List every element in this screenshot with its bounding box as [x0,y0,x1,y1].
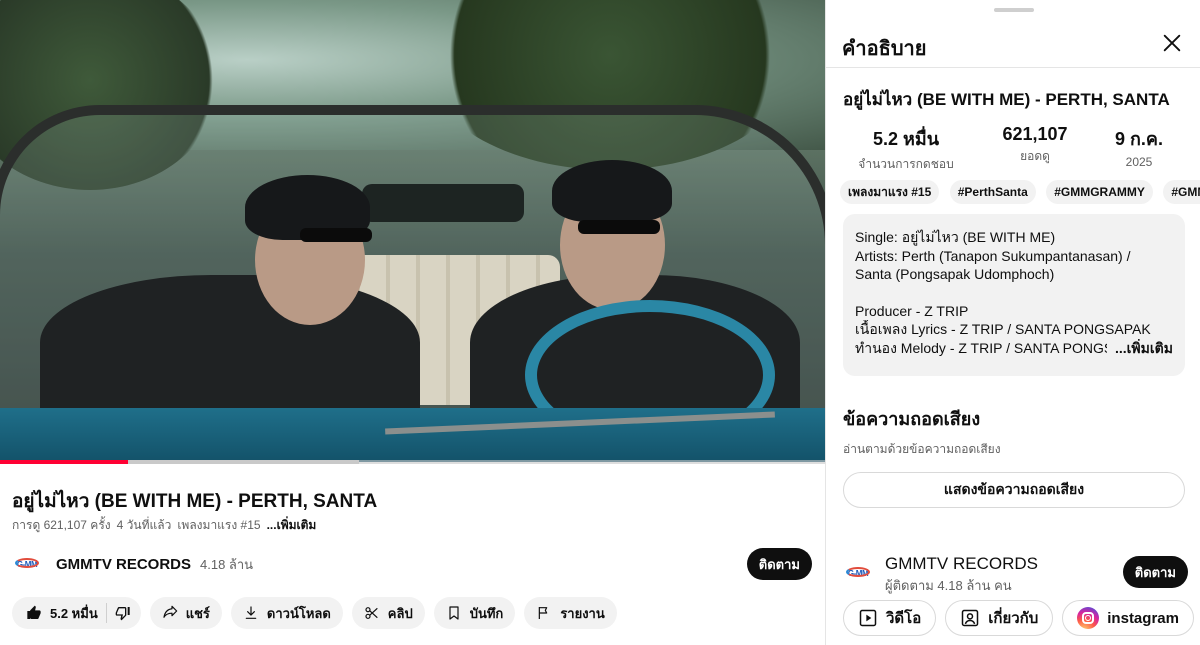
logo-ring [846,567,870,577]
video-frame-hair [552,160,672,222]
stat-label: ยอดดู [1020,149,1050,163]
save-label: บันทึก [469,605,504,621]
download-icon [245,606,257,619]
stats-row: 5.2 หมื่น จำนวนการกดชอบ 621,107 ยอดดู 9 … [826,124,1200,172]
download-button[interactable]: ดาวน์โหลด [230,597,343,629]
about-label: เกี่ยวกับ [988,610,1039,627]
stat-views: 621,107 ยอดดู [990,124,1080,166]
subscribe-button[interactable]: ติดตาม [1122,556,1188,588]
stat-date: 9 ก.ค. 2025 [1104,124,1174,169]
description-line: เนื้อเพลง Lyrics - Z TRIP / SANTA PONGSA… [855,321,1151,338]
instagram-label: instagram [1107,609,1179,627]
chip-hashtag[interactable]: #PerthSanta [949,180,1036,204]
like-count[interactable]: 5.2 หมื่น [50,603,98,624]
channel-row: G-MM GMMTV RECORDS 4.18 ล้าน ติดตาม [12,546,815,582]
panel-video-title: อยู่ไม่ไหว (BE WITH ME) - PERTH, SANTA [843,90,1170,109]
share-label: แชร์ [185,605,210,621]
about-icon [961,609,979,627]
about-button[interactable]: เกี่ยวกับ [945,600,1054,636]
transcript-heading: ข้อความถอดเสียง [843,409,981,429]
report-button[interactable]: รายงาน [524,597,617,629]
download-label: ดาวน์โหลด [266,605,331,621]
instagram-button[interactable]: instagram [1062,600,1194,636]
flag-icon [539,607,548,619]
action-bar: 5.2 หมื่น แชร์ ดาวน์โหลด คลิป บันทึก ราย… [12,597,617,629]
share-button[interactable]: แชร์ [149,597,222,629]
hashtag-chips: เพลงมาแรง #15 #PerthSanta #GMMGRAMMY #GM… [840,180,1200,204]
description-panel: คำอธิบาย อยู่ไม่ไหว (BE WITH ME) - PERTH… [825,0,1200,645]
description-box[interactable]: Single: อยู่ไม่ไหว (BE WITH ME) Artists:… [843,214,1185,376]
drag-handle[interactable] [994,8,1034,12]
trending-rank: เพลงมาแรง #15 [177,518,261,532]
scissors-icon [365,607,378,619]
divider [105,603,107,623]
description-last-line: ทำนอง Melody - Z TRIP / SANTA PONGSAPAK … [855,338,1173,358]
channel-avatar[interactable]: G-MM [12,549,42,579]
video-title: อยู่ไม่ไหว (BE WITH ME) - PERTH, SANTA [12,491,378,512]
show-more-link[interactable]: ...เพิ่มเติม [1106,338,1173,358]
transcript-subtitle: อ่านตามด้วยข้อความถอดเสียง [843,442,1001,456]
progress-played [0,460,128,464]
share-icon [163,605,177,618]
description-line: Single: อยู่ไม่ไหว (BE WITH ME) [855,229,1056,245]
video-icon [859,609,877,627]
chip-hashtag[interactable]: #GMMGRAMMY [1046,180,1153,204]
video-frame-mirror [362,184,524,222]
channel-links: วิดีโอ เกี่ยวกับ instagram [843,600,1194,638]
description-line: Santa (Pongsapak Udomphoch) [855,266,1055,283]
description-line: ทำนอง Melody - Z TRIP / SANTA PONGSAPAK [855,339,1150,356]
clip-button[interactable]: คลิป [351,597,425,629]
more-link[interactable]: ...เพิ่มเติม [267,516,317,535]
video-frame-person [40,275,420,425]
report-label: รายงาน [560,605,605,621]
panel-channel-row: G-MM GMMTV RECORDS ผู้ติดตาม 4.18 ล้าน ค… [843,552,1193,593]
close-icon[interactable] [1161,32,1183,54]
clip-label: คลิป [387,605,413,621]
like-icon[interactable] [26,605,42,621]
description-line: Producer - Z TRIP [855,302,969,319]
stat-likes: 5.2 หมื่น จำนวนการกดชอบ [846,124,966,174]
channel-name[interactable]: GMMTV RECORDS [56,556,191,573]
chip-hashtag[interactable]: #GMMTV [1163,180,1200,204]
chip-trending[interactable]: เพลงมาแรง #15 [840,180,940,204]
stat-value: 9 ก.ค. [1115,129,1163,149]
stat-value: 621,107 [1002,124,1068,144]
dislike-icon[interactable] [115,605,131,621]
videos-label: วิดีโอ [886,610,922,627]
video-player[interactable] [0,0,825,462]
videos-button[interactable]: วิดีโอ [843,600,937,636]
channel-avatar[interactable]: G-MM [843,558,873,588]
video-meta[interactable]: การดู 621,107 ครั้ง 4 วันที่แล้ว เพลงมาแ… [12,516,316,535]
stat-label: 2025 [1125,155,1153,169]
panel-header: คำอธิบาย [826,22,1200,68]
panel-title: คำอธิบาย [842,38,927,60]
video-frame-sunglasses [578,220,660,234]
subscribe-button[interactable]: ติดตาม [746,548,812,580]
subscriber-count: ผู้ติดตาม 4.18 ล้าน คน [885,578,1012,593]
progress-bar[interactable] [0,460,825,464]
channel-name[interactable]: GMMTV RECORDS [885,554,1038,574]
main-column: อยู่ไม่ไหว (BE WITH ME) - PERTH, SANTA ก… [0,0,825,645]
subscriber-count: 4.18 ล้าน [200,556,254,572]
instagram-icon [1077,607,1100,629]
description-line: Artists: Perth (Tanapon Sukumpantanasan)… [855,247,1131,264]
save-button[interactable]: บันทึก [433,597,516,629]
logo-ring [15,558,39,568]
view-count: การดู 621,107 ครั้ง [12,518,111,532]
video-frame-sunglasses [300,228,372,242]
stat-label: จำนวนการกดชอบ [858,157,954,171]
like-dislike-group: 5.2 หมื่น [12,597,141,629]
stat-value: 5.2 หมื่น [872,129,940,149]
upload-age: 4 วันที่แล้ว [116,518,172,532]
show-transcript-button[interactable]: แสดงข้อความถอดเสียง [843,472,1185,508]
bookmark-icon [449,606,459,620]
